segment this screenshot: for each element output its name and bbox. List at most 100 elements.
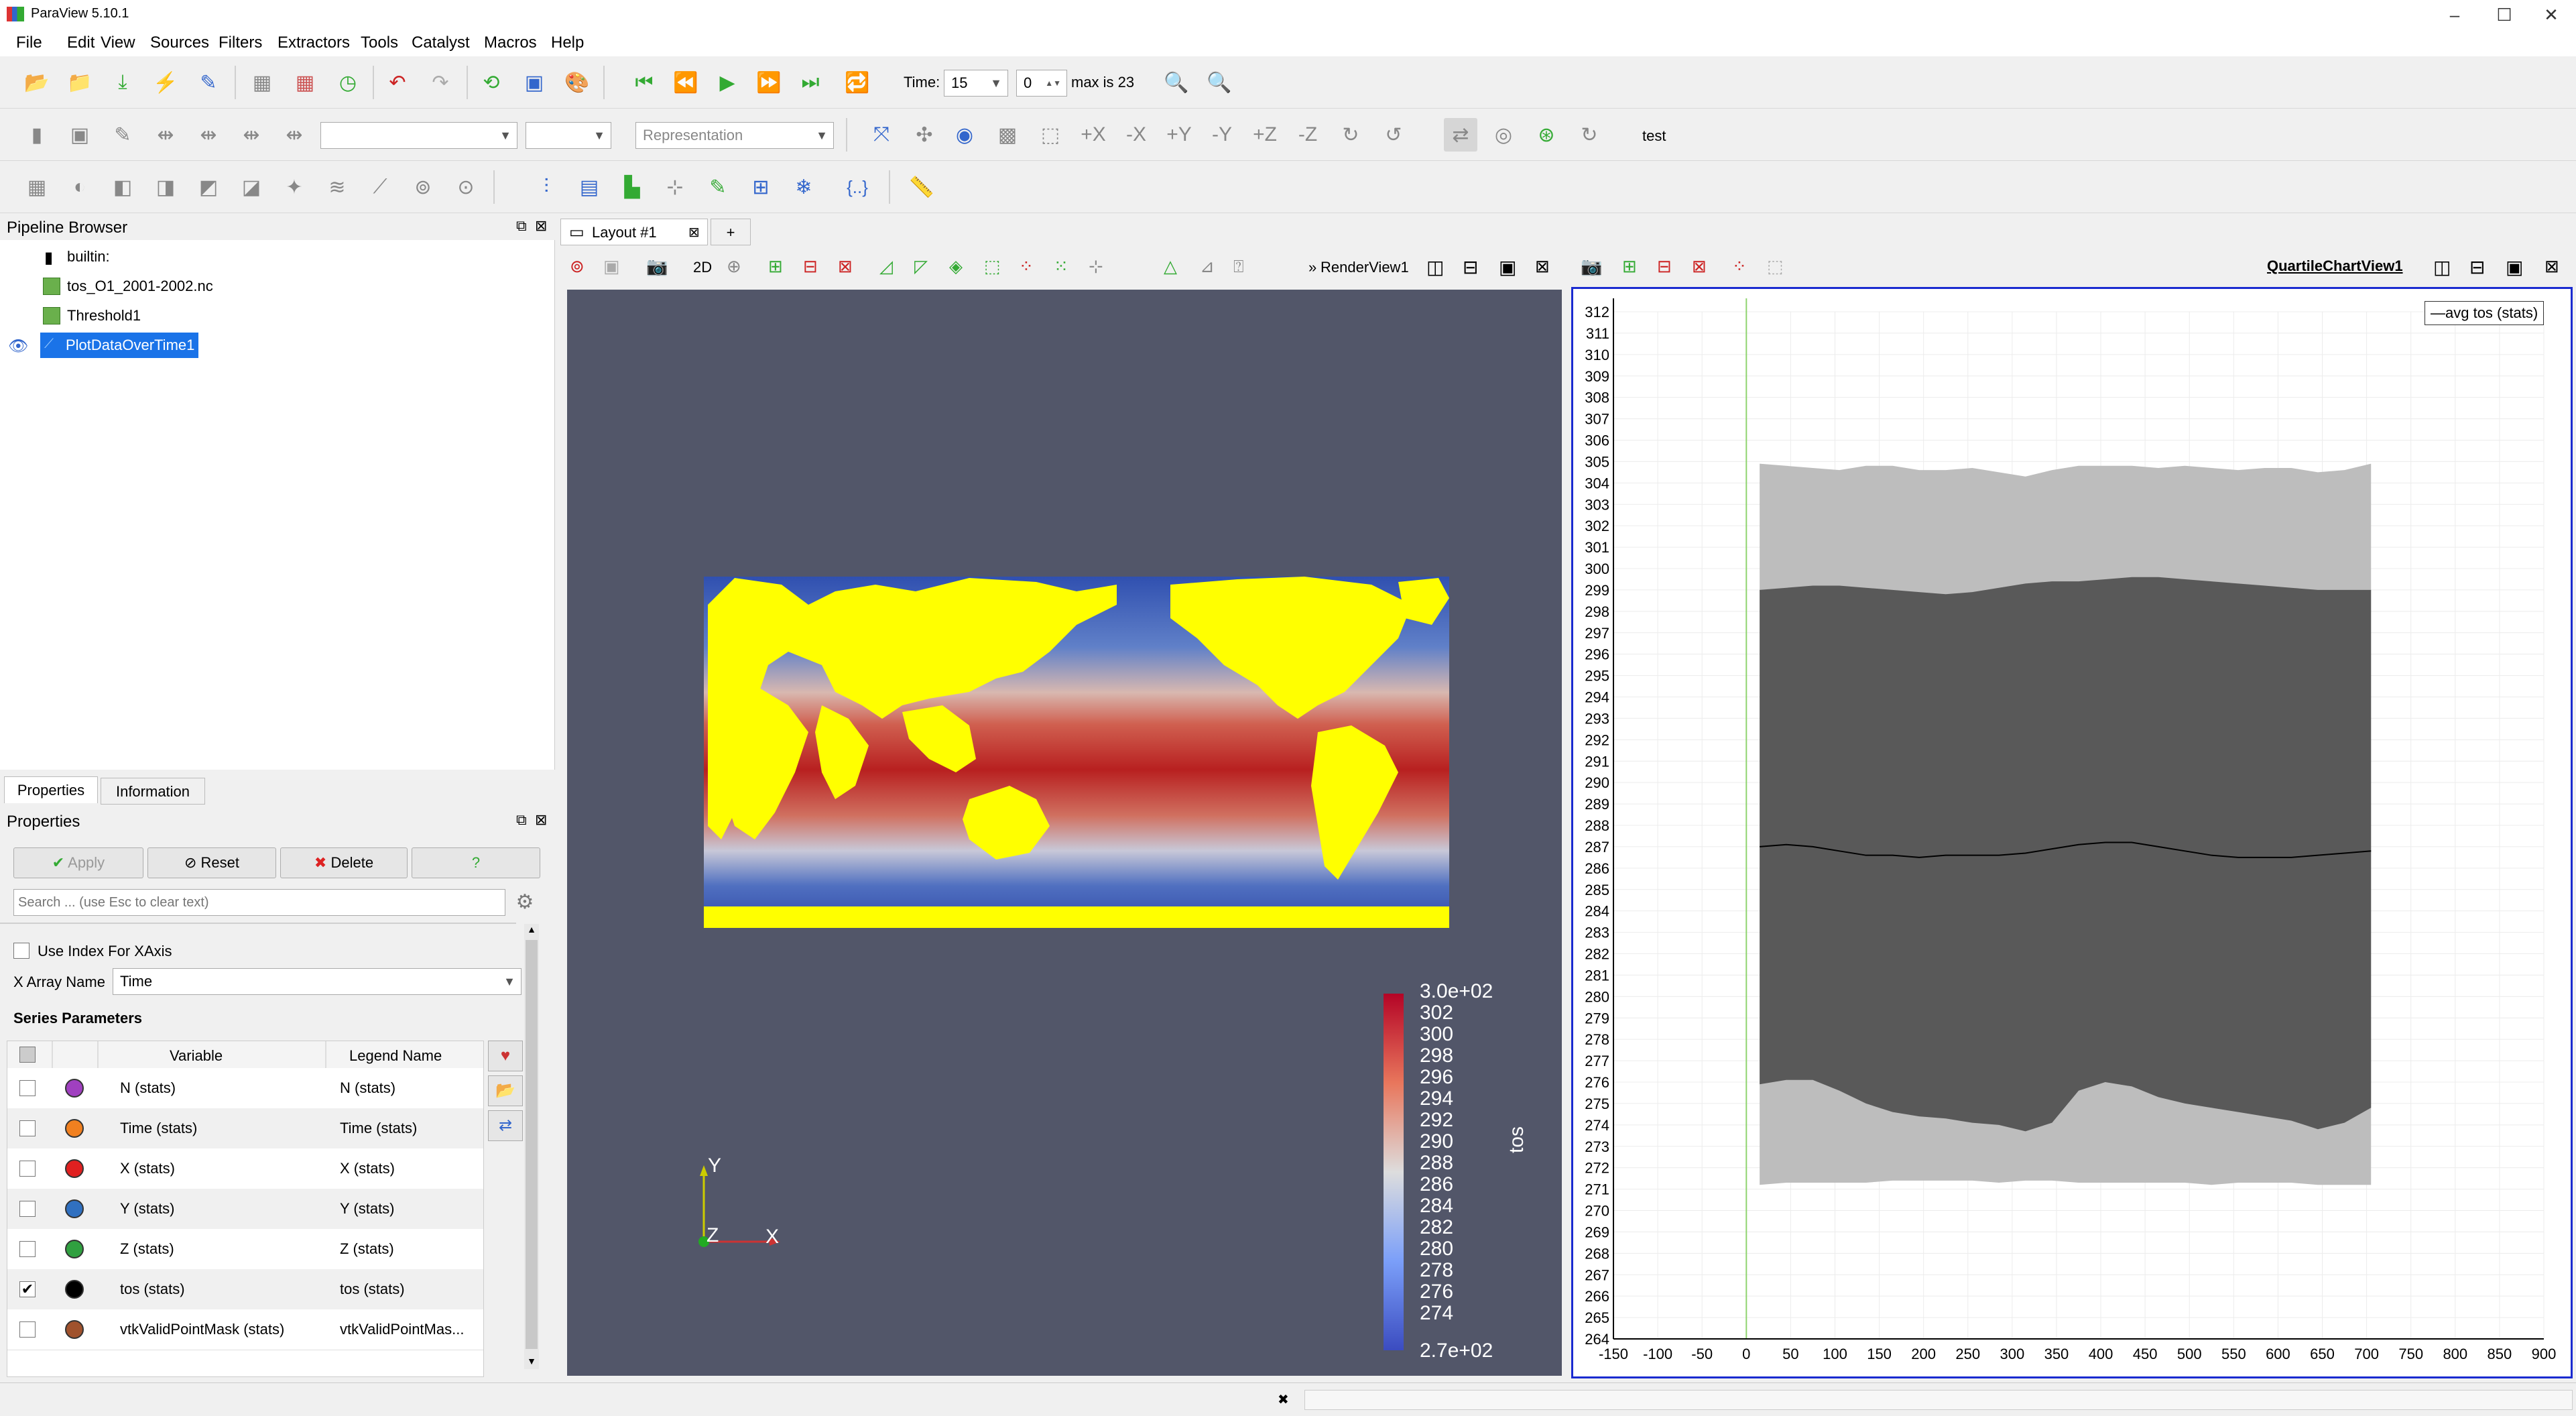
time-index-spinbox[interactable]: 0 ▲▼ [1016,70,1067,97]
clear-selection-icon[interactable]: ⊿ [1200,256,1215,277]
rescale-custom-icon[interactable]: ⇹ [192,118,225,152]
grow-selection-icon[interactable]: ⊹ [1089,256,1103,277]
view-plus-y-icon[interactable]: +Y [1162,118,1196,152]
orientation-axes-icon[interactable]: ◎ [1487,118,1520,152]
stream-tracer-icon[interactable]: ≋ [320,170,354,204]
chart-screenshot-icon[interactable]: 📷 [1581,256,1602,277]
series-visibility-checkbox[interactable] [19,1080,36,1096]
probe-icon[interactable]: ⊹ [658,170,692,204]
minimize-button[interactable]: – [2433,3,2476,27]
chart-split-horizontal-icon[interactable]: ◫ [2433,256,2451,278]
properties-search-input[interactable] [13,889,505,916]
disconnect-icon[interactable]: ✎ [192,66,225,99]
next-frame-icon[interactable]: ⏩ [752,66,786,99]
menu-tools[interactable]: Tools [361,34,398,52]
delete-button[interactable]: ✖ Delete [280,847,408,878]
scroll-up-icon[interactable]: ▲ [524,924,539,936]
threshold-icon[interactable]: ◩ [192,170,225,204]
last-frame-icon[interactable]: ⏭ [794,66,827,99]
advanced-settings-gear-icon[interactable]: ⚙ [508,885,542,919]
split-vertical-icon[interactable]: ⊟ [1463,256,1478,278]
select-cells-icon[interactable]: ⊞ [768,256,783,277]
menu-filters[interactable]: Filters [219,34,262,52]
select-block-icon[interactable]: ◈ [949,256,963,277]
glyph-icon[interactable]: ✦ [278,170,311,204]
hover-cells-icon[interactable]: ⁙ [1054,256,1068,277]
interaction-mode-icon[interactable]: ⇄ [1444,118,1477,152]
slice-icon[interactable]: ◨ [149,170,182,204]
view-minus-z-icon[interactable]: -Z [1291,118,1325,152]
reset-button[interactable]: ⊘ Reset [147,847,276,878]
renderview-chevron-icon[interactable]: » [1308,259,1316,276]
ruler-icon[interactable]: 📏 [905,170,938,204]
view-minus-y-icon[interactable]: -Y [1205,118,1239,152]
menu-sources[interactable]: Sources [150,34,209,52]
apply-button[interactable]: ✔ Apply [13,847,143,878]
x-array-combobox[interactable]: Time ▼ [113,968,522,995]
group-icon[interactable]: ⊚ [406,170,440,204]
camera-icon[interactable]: ▣ [517,66,551,99]
zoom-box-icon[interactable]: ▩ [991,118,1024,152]
series-visibility-checkbox[interactable] [19,1321,36,1338]
zoom-render-icon[interactable]: ⊕ [727,256,741,277]
python-calculator-icon[interactable]: ⊞ [744,170,778,204]
clip-icon[interactable]: ◧ [106,170,139,204]
select-frustum-icon[interactable]: ◿ [879,256,893,277]
loop-icon[interactable]: 🔁 [841,66,874,99]
time-combobox[interactable]: 15 ▼ [944,70,1008,97]
properties-scrollbar[interactable]: ▲ ▼ [524,924,539,1369]
save-preset-icon[interactable]: ⇄ [488,1110,523,1141]
pick-center-icon[interactable]: ↻ [1573,118,1606,152]
plot-data-icon[interactable]: ✎ [701,170,735,204]
open-recent-icon[interactable]: 📁 [63,66,97,99]
maximize-button[interactable]: ☐ [2483,3,2526,27]
close-view-icon[interactable]: ⊠ [1535,256,1550,277]
calculator-icon[interactable]: ▦ [20,170,54,204]
series-legend-name[interactable]: tos (stats) [340,1281,405,1298]
server-icon[interactable]: ▮ [20,118,54,152]
quartile-chart-view[interactable]: 264 265 266 267 268 269 270 271 272 273 274 275 276 2… [1571,287,2573,1378]
sort-series-icon[interactable]: ♥ [488,1041,523,1071]
warp-icon[interactable]: ⟋ [363,170,397,204]
series-row[interactable]: N (stats) N (stats) [7,1068,483,1109]
menu-catalyst[interactable]: Catalyst [412,34,470,52]
reset-camera-closest-icon[interactable]: ✣ [908,118,941,152]
reset-camera-icon[interactable]: ⤧ [865,118,898,152]
series-color-swatch[interactable] [65,1079,84,1098]
chart-select-icon[interactable]: ⊞ [1622,256,1637,277]
menu-help[interactable]: Help [551,34,584,52]
previous-frame-icon[interactable]: ⏪ [669,66,702,99]
tab-information[interactable]: Information [101,778,205,805]
deselect-icon[interactable]: ⊟ [803,256,818,277]
play-icon[interactable]: ▶ [711,66,744,99]
legend-column-header[interactable]: Legend Name [349,1047,442,1065]
menu-view[interactable]: View [101,34,135,52]
view-plus-x-icon[interactable]: +X [1077,118,1110,152]
series-row[interactable]: X (stats) X (stats) [7,1148,483,1189]
select-points-icon[interactable]: ⊠ [838,256,853,277]
add-layout-tab[interactable]: + [711,219,751,245]
contour-icon[interactable]: ◐ [63,170,97,204]
pipeline-item-builtin[interactable]: builtin: [67,245,110,268]
screenshot-icon[interactable]: 📷 [646,256,668,277]
series-legend-name[interactable]: N (stats) [340,1079,395,1097]
data-icon[interactable]: ▣ [63,118,97,152]
menu-file[interactable]: File [16,34,42,52]
status-close-icon[interactable]: ✖ [1278,1391,1289,1408]
series-color-swatch[interactable] [65,1240,84,1258]
close-window-button[interactable]: ✕ [2530,3,2573,27]
tab-properties[interactable]: Properties [4,776,98,803]
chart-maximize-icon[interactable]: ▣ [2506,256,2523,278]
chart-deselect-icon[interactable]: ⊟ [1657,256,1672,277]
plot-selection-icon[interactable]: ▤ [572,170,606,204]
color-palette-icon[interactable]: 🎨 [560,66,594,99]
select-all-checkbox[interactable] [19,1047,36,1063]
zoom-closest-icon[interactable]: 🔍 [1203,66,1236,99]
split-horizontal-icon[interactable]: ◫ [1426,256,1444,278]
zoom-data-icon[interactable]: 🔍 [1160,66,1193,99]
undo-icon[interactable]: ↶ [381,66,414,99]
rescale-icon[interactable]: ⇹ [149,118,182,152]
help-button[interactable]: ? [412,847,540,878]
chart-close-icon[interactable]: ⊠ [2544,256,2559,277]
zoom-to-box-icon[interactable]: ⬚ [1034,118,1067,152]
